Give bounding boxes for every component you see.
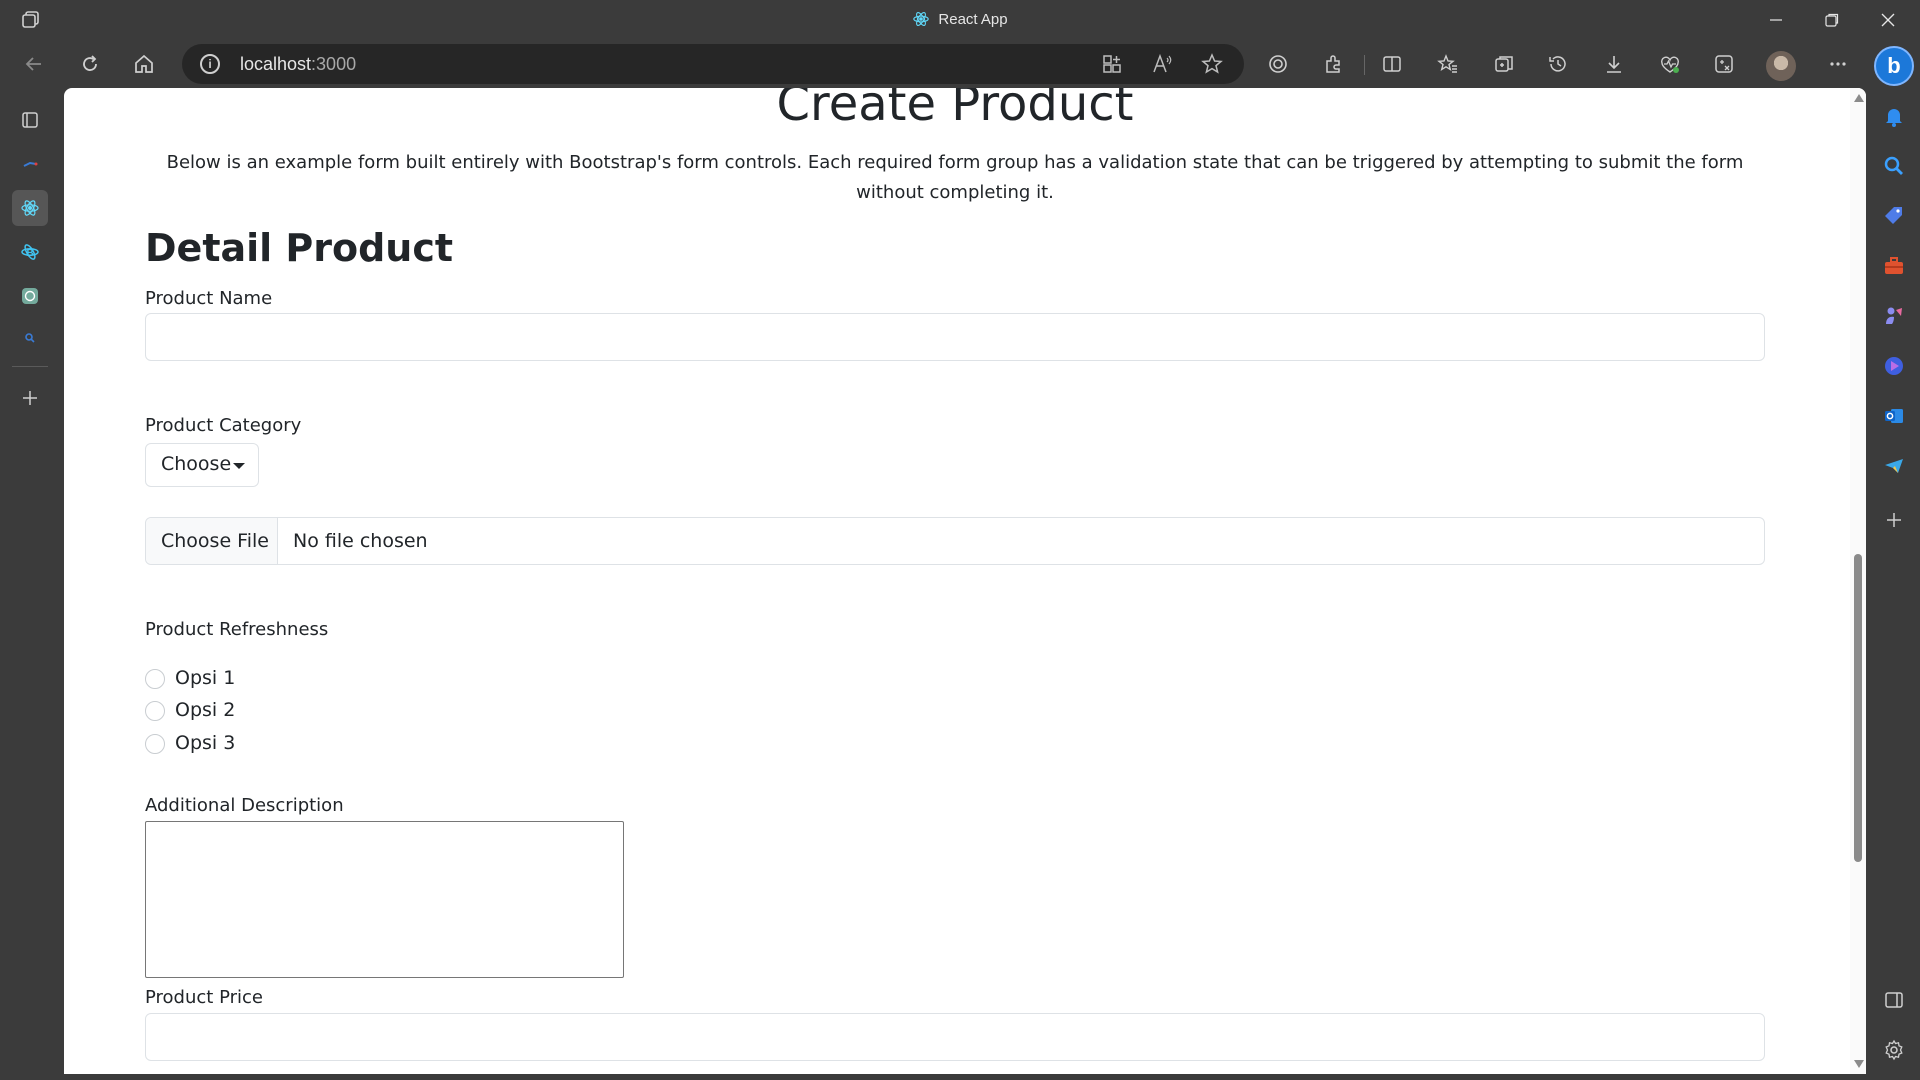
close-button[interactable] [1860,0,1916,40]
scroll-up-icon[interactable] [1854,94,1864,102]
tools-icon[interactable] [1880,252,1908,280]
favorites-icon[interactable] [1432,48,1464,80]
browser-toolbar: i localhost:3000 [0,40,1920,88]
right-sidebar [1866,88,1920,1080]
window-title-text: React App [938,11,1008,28]
radio-label: Opsi 3 [175,732,236,754]
app-available-icon[interactable] [1100,52,1124,76]
shopping-icon[interactable] [1880,202,1908,230]
title-bar: React App [0,0,1920,40]
choose-file-button[interactable]: Choose File [146,518,278,564]
profile-avatar[interactable] [1766,51,1796,81]
site-info-icon[interactable]: i [200,54,220,74]
category-dropdown-label: Choose [161,453,232,475]
radio-button[interactable] [145,701,165,721]
url-text[interactable]: localhost:3000 [240,54,356,75]
caret-down-icon [233,463,245,469]
minimize-button[interactable] [1748,0,1804,40]
extensions-icon[interactable] [1318,48,1350,80]
category-dropdown[interactable]: Choose [145,443,259,487]
tab-search[interactable] [12,320,48,356]
scroll-down-icon[interactable] [1854,1060,1864,1068]
radio-button[interactable] [145,669,165,689]
scrollbar-thumb[interactable] [1854,554,1862,862]
copilot-app-icon[interactable] [1880,352,1908,380]
tabs-divider [12,366,48,367]
restore-button[interactable] [1804,0,1860,40]
product-name-input[interactable] [145,313,1765,361]
file-input[interactable]: Choose File No file chosen [145,517,1765,565]
toolbar-divider [1364,55,1365,75]
tab-generic[interactable] [12,146,48,182]
additional-description-textarea[interactable] [145,821,624,978]
product-price-input[interactable] [145,1013,1765,1061]
react-logo-icon [912,10,930,28]
split-screen-icon[interactable] [1376,48,1408,80]
page-title: Create Product [776,88,1134,132]
downloads-icon[interactable] [1598,48,1630,80]
page-scrollbar[interactable] [1850,88,1866,1074]
tracking-icon[interactable] [1262,48,1294,80]
vertical-tabs: B [0,88,64,1080]
additional-description-label: Additional Description [145,795,344,816]
product-refreshness-label: Product Refreshness [145,619,329,640]
copilot-icon[interactable]: b [1874,46,1914,86]
performance-icon[interactable] [1654,48,1686,80]
settings-icon[interactable] [1880,1036,1908,1064]
telegram-icon[interactable] [1880,452,1908,480]
history-icon[interactable] [1542,48,1574,80]
product-category-label: Product Category [145,415,302,436]
math-solver-icon[interactable] [1708,48,1740,80]
games-icon[interactable] [1880,302,1908,330]
new-tab-icon[interactable] [12,380,48,416]
product-name-label: Product Name [145,288,273,309]
search-icon[interactable] [1880,152,1908,180]
more-icon[interactable] [1822,48,1854,80]
section-title: Detail Product [145,226,454,270]
collections-icon[interactable] [1488,48,1520,80]
file-status-text: No file chosen [293,530,428,552]
add-icon[interactable] [1880,506,1908,534]
page-viewport: Create Product Below is an example form … [64,88,1866,1074]
tab-actions-icon[interactable] [12,102,48,138]
tab-react-app[interactable] [12,190,48,226]
radio-label: Opsi 1 [175,667,236,689]
home-icon[interactable] [126,46,162,82]
refresh-icon[interactable] [72,46,108,82]
product-price-label: Product Price [145,987,263,1008]
sidebar-toggle-icon[interactable] [1880,986,1908,1014]
radio-label: Opsi 2 [175,699,236,721]
window-title: React App [0,10,1920,28]
back-icon[interactable] [16,46,52,82]
page-description: Below is an example form built entirely … [166,152,1744,203]
radio-button[interactable] [145,734,165,754]
notifications-icon[interactable] [1880,102,1908,130]
tab-react-bootstrap[interactable]: B [12,234,48,270]
tab-chatgpt[interactable] [12,278,48,314]
outlook-icon[interactable] [1880,402,1908,430]
address-bar[interactable]: i localhost:3000 [182,44,1244,84]
svg-text:B: B [27,248,34,259]
favorite-star-icon[interactable] [1200,52,1224,76]
read-aloud-icon[interactable] [1150,52,1174,76]
